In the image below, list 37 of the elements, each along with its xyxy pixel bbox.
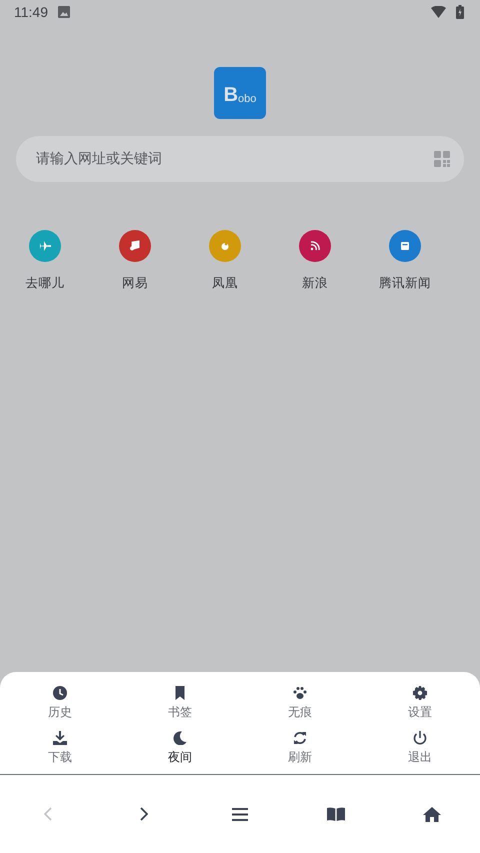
dot-icon[interactable] xyxy=(209,230,241,262)
app-logo: Bobo xyxy=(214,67,266,119)
shortcut-label[interactable]: 去哪儿 xyxy=(26,275,64,292)
rss-icon[interactable] xyxy=(299,230,331,262)
search-field[interactable]: 请输入网址或关键词 xyxy=(16,136,464,182)
menu-item[interactable]: 刷新 xyxy=(288,729,312,768)
gear-icon xyxy=(413,686,427,700)
back-icon xyxy=(44,807,52,821)
shortcut-label[interactable]: 网易 xyxy=(122,275,148,292)
moon-icon xyxy=(173,731,187,745)
menu-item[interactable]: 无痕 xyxy=(288,684,312,723)
status-time: 11:49 xyxy=(14,4,48,20)
refresh-icon xyxy=(293,731,307,745)
menu-item[interactable]: 书签 xyxy=(168,684,192,723)
news-icon[interactable] xyxy=(389,230,421,262)
image-icon xyxy=(58,6,70,18)
menu-item[interactable]: 夜间 xyxy=(168,729,192,768)
forward-icon xyxy=(140,807,148,821)
power-icon xyxy=(413,731,427,745)
bookmark-icon xyxy=(173,686,187,700)
plane-icon[interactable] xyxy=(29,230,61,262)
menu-item[interactable]: 历史 xyxy=(48,684,72,723)
paw-icon xyxy=(293,686,307,700)
book-icon xyxy=(327,807,345,821)
shortcut-label[interactable]: 凤凰 xyxy=(212,275,238,292)
home-icon xyxy=(423,806,441,822)
music-icon[interactable] xyxy=(119,230,151,262)
shortcut-label[interactable]: 新浪 xyxy=(302,275,328,292)
battery-icon xyxy=(456,5,464,19)
menu-item[interactable]: 设置 xyxy=(408,684,432,723)
wifi-icon xyxy=(431,6,446,18)
menu-item[interactable]: 退出 xyxy=(408,729,432,768)
clock-icon xyxy=(53,686,67,700)
menu-icon xyxy=(232,808,248,820)
menu-item[interactable]: 下载 xyxy=(48,729,72,768)
shortcut-label[interactable]: 腾讯新闻 xyxy=(379,275,431,292)
download-icon xyxy=(53,731,67,745)
